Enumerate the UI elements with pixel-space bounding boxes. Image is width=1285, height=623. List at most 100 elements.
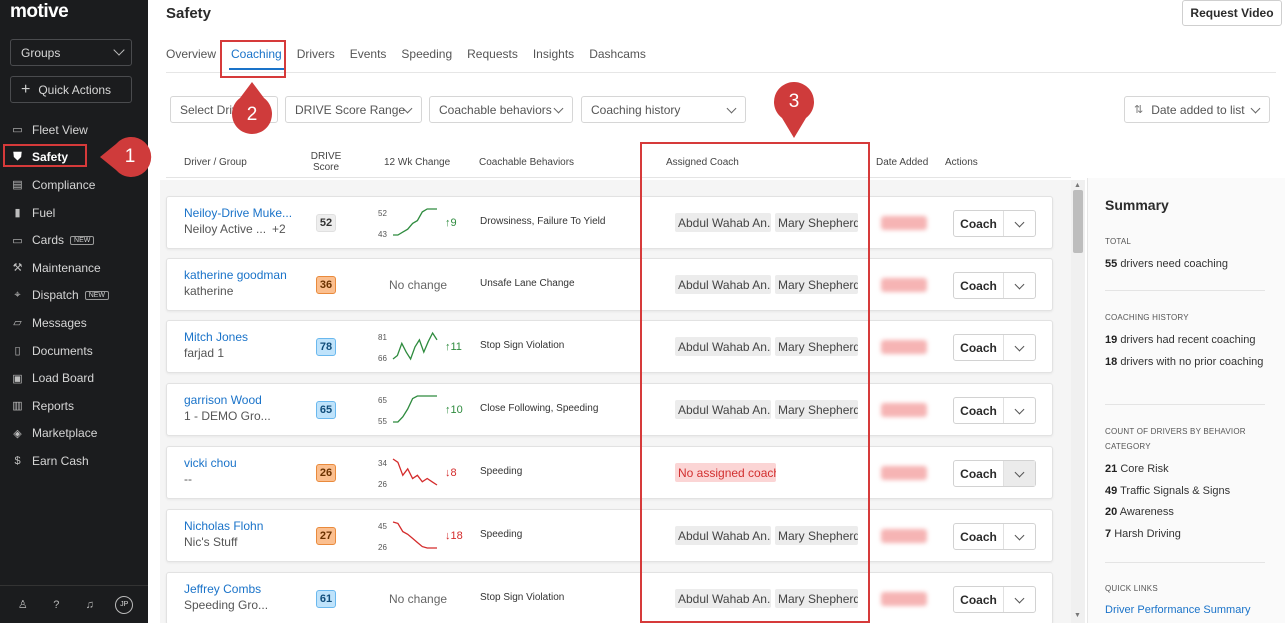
coach-button[interactable]: Coach — [954, 211, 1004, 236]
scroll-up-icon[interactable]: ▲ — [1074, 182, 1081, 189]
coach-button[interactable]: Coach — [954, 335, 1004, 360]
score-change-sparkline: 45 26 ↓18 — [372, 516, 480, 556]
annotation-marker-1: 1 — [100, 136, 152, 178]
sidebar-item-label: Reports — [32, 398, 75, 413]
coach-button[interactable]: Coach — [954, 524, 1004, 549]
date-added-value — [881, 403, 927, 417]
coach-split-button[interactable]: Coach — [953, 334, 1036, 361]
sparkline-chart: 34 26 ↓8 — [378, 458, 457, 489]
table-row[interactable]: vicki chou -- 26 34 26 ↓8 Speeding No assigned … — [166, 446, 1053, 499]
tab-overview[interactable]: Overview — [166, 40, 216, 72]
coach-split-button[interactable]: Coach — [953, 460, 1036, 487]
sidebar-item-label: Fleet View — [32, 122, 88, 137]
table-row[interactable]: Mitch Jones farjad 1 78 81 66 ↑11 Stop Sign Vi… — [166, 320, 1053, 373]
coach-split-button[interactable]: Coach — [953, 397, 1036, 424]
quick-actions-button[interactable]: + Quick Actions — [10, 76, 132, 103]
sidebar-item-cards[interactable]: ▭ Cards NEW — [0, 226, 148, 254]
tab-events[interactable]: Events — [350, 40, 387, 72]
table-scrollbar[interactable]: ▲ ▼ — [1071, 180, 1085, 623]
sidebar-item-messages[interactable]: ▱ Messages — [0, 309, 148, 337]
category-label: Core Risk — [1120, 463, 1169, 475]
coachable-behaviors-filter[interactable]: Coachable behaviors — [429, 96, 573, 123]
table-row[interactable]: Jeffrey Combs Speeding Gro... 61 No change S… — [166, 572, 1053, 623]
annotation-marker-3: 3 — [772, 80, 816, 138]
groups-dropdown[interactable]: Groups — [10, 39, 132, 66]
coach-split-button[interactable]: Coach — [953, 272, 1036, 299]
sidebar-item-marketplace[interactable]: ◈ Marketplace — [0, 420, 148, 448]
category-label: Awareness — [1119, 506, 1174, 518]
tab-dashcams[interactable]: Dashcams — [589, 40, 646, 72]
driver-table: Neiloy-Drive Muke... Neiloy Active ... +2 5… — [160, 180, 1085, 623]
sidebar-item-load-board[interactable]: ▣ Load Board — [0, 364, 148, 392]
sidebar-item-documents[interactable]: ▯ Documents — [0, 337, 148, 365]
coaching-history-filter[interactable]: Coaching history — [581, 96, 746, 123]
summary-noprior-text: drivers with no prior coaching — [1120, 356, 1264, 368]
drive-score-range-label: DRIVE Score Range — [295, 102, 406, 117]
tab-insights[interactable]: Insights — [533, 40, 574, 72]
header-driver-group[interactable]: Driver / Group — [184, 157, 247, 168]
annotation-highlight-coaching-tab — [220, 40, 286, 78]
coach-options-chevron-icon[interactable] — [1004, 587, 1035, 612]
user-settings-icon[interactable]: ♙ — [15, 597, 31, 613]
coachable-behaviors-text: Drowsiness, Failure To Yield — [480, 216, 606, 227]
coach-button[interactable]: Coach — [954, 398, 1004, 423]
sparkline-min-label: 26 — [378, 480, 387, 489]
sidebar-item-earn-cash[interactable]: $ Earn Cash — [0, 447, 148, 475]
sidebar-item-reports[interactable]: ▥ Reports — [0, 392, 148, 420]
summary-category-row: 20 Awareness — [1105, 505, 1275, 520]
coach-button[interactable]: Coach — [954, 273, 1004, 298]
motive-logo[interactable]: motive — [10, 1, 69, 23]
sidebar-item-label: Load Board — [32, 371, 95, 386]
request-video-button[interactable]: Request Video — [1182, 0, 1282, 26]
sort-dropdown[interactable]: ⇅ Date added to list — [1124, 96, 1270, 123]
drive-score-range-filter[interactable]: DRIVE Score Range — [285, 96, 422, 123]
driver-performance-summary-link[interactable]: Driver Performance Summary — [1105, 604, 1250, 616]
header-drive-score[interactable]: DRIVE Score — [309, 151, 343, 173]
date-added-value — [881, 529, 927, 543]
help-icon[interactable]: ? — [48, 597, 64, 613]
avatar[interactable]: JP — [115, 595, 134, 614]
tab-speeding[interactable]: Speeding — [401, 40, 452, 72]
table-row[interactable]: Neiloy-Drive Muke... Neiloy Active ... +2 5… — [166, 196, 1053, 249]
coach-options-chevron-icon[interactable] — [1004, 211, 1035, 236]
coach-options-chevron-icon[interactable] — [1004, 398, 1035, 423]
drive-score-badge: 61 — [316, 590, 336, 608]
coach-split-button[interactable]: Coach — [953, 586, 1036, 613]
driver-name-link[interactable]: vicki chou — [184, 456, 237, 470]
tab-requests[interactable]: Requests — [467, 40, 518, 72]
sidebar-item-label: Marketplace — [32, 426, 98, 441]
sidebar-item-dispatch[interactable]: ⌖ Dispatch NEW — [0, 282, 148, 310]
table-row[interactable]: katherine goodman katherine 36 No change Uns… — [166, 258, 1053, 311]
drive-score-badge: 36 — [316, 276, 336, 294]
coach-options-chevron-icon[interactable] — [1004, 461, 1035, 486]
coach-options-chevron-icon[interactable] — [1004, 273, 1035, 298]
coach-split-button[interactable]: Coach — [953, 210, 1036, 237]
table-row[interactable]: garrison Wood 1 - DEMO Gro... 65 65 55 ↑10 Clo… — [166, 383, 1053, 436]
bell-icon[interactable]: ♫ — [82, 597, 98, 613]
table-row[interactable]: Nicholas Flohn Nic's Stuff 27 45 26 ↓18 Speedi… — [166, 509, 1053, 562]
driver-name-link[interactable]: garrison Wood — [184, 393, 262, 407]
coach-options-chevron-icon[interactable] — [1004, 335, 1035, 360]
tab-drivers[interactable]: Drivers — [297, 40, 335, 72]
driver-name-link[interactable]: Jeffrey Combs — [184, 582, 261, 596]
driver-name-link[interactable]: katherine goodman — [184, 268, 287, 282]
sidebar-item-maintenance[interactable]: ⚒ Maintenance — [0, 254, 148, 282]
header-12wk-change[interactable]: 12 Wk Change — [384, 157, 450, 168]
new-badge: NEW — [70, 235, 95, 245]
header-date-added[interactable]: Date Added — [876, 157, 928, 168]
driver-name-link[interactable]: Mitch Jones — [184, 330, 248, 344]
coach-options-chevron-icon[interactable] — [1004, 524, 1035, 549]
chevron-down-icon — [553, 103, 564, 114]
coach-button[interactable]: Coach — [954, 587, 1004, 612]
coach-split-button[interactable]: Coach — [953, 523, 1036, 550]
header-coachable-behaviors[interactable]: Coachable Behaviors — [479, 157, 574, 168]
more-groups-count[interactable]: +2 — [272, 222, 286, 236]
scroll-thumb[interactable] — [1073, 190, 1083, 253]
summary-divider — [1105, 404, 1265, 405]
driver-name-link[interactable]: Neiloy-Drive Muke... — [184, 206, 292, 220]
coachable-behaviors-text: Speeding — [480, 466, 523, 477]
driver-name-link[interactable]: Nicholas Flohn — [184, 519, 263, 533]
scroll-down-icon[interactable]: ▼ — [1074, 612, 1081, 619]
sidebar-item-fuel[interactable]: ▮ Fuel — [0, 199, 148, 227]
coach-button[interactable]: Coach — [954, 461, 1004, 486]
